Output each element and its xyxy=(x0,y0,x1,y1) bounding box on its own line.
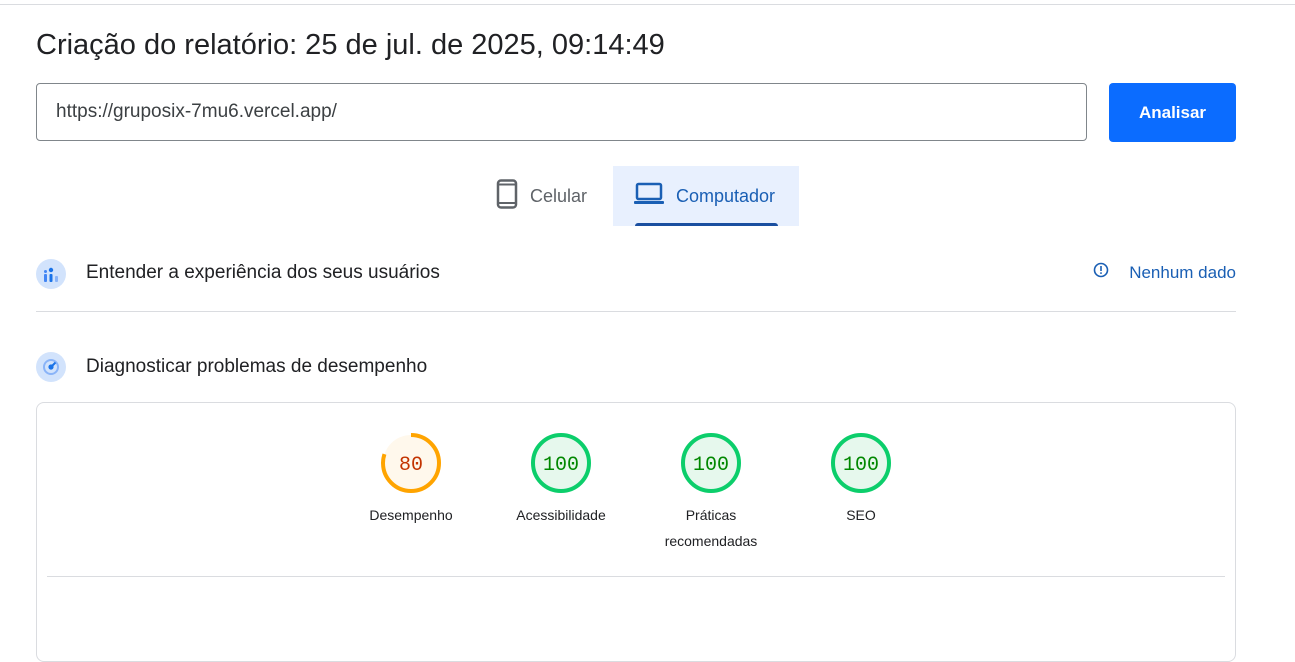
gauge-accessibility-ring: 100 xyxy=(531,433,591,493)
laptop-icon xyxy=(634,182,664,211)
info-icon xyxy=(1093,262,1109,283)
page-title: Criação do relatório: 25 de jul. de 2025… xyxy=(36,29,665,61)
gauge-accessibility-label: Acessibilidade xyxy=(516,507,606,523)
tab-desktop-label: Computador xyxy=(676,185,776,206)
scores-card: 80 Desempenho 100 Acessibilidade 100 Prá… xyxy=(36,402,1236,662)
gauge-seo-ring: 100 xyxy=(831,433,891,493)
gauge-seo[interactable]: 100 SEO xyxy=(791,431,931,528)
field-data-title: Entender a experiência dos seus usuários xyxy=(86,262,440,283)
tab-desktop[interactable]: Computador xyxy=(613,166,799,226)
diagnostics-title: Diagnosticar problemas de desempenho xyxy=(86,356,428,377)
url-input[interactable] xyxy=(36,83,1087,141)
gauge-seo-label: SEO xyxy=(846,507,876,523)
gauge-performance[interactable]: 80 Desempenho xyxy=(341,431,481,528)
top-divider xyxy=(0,4,1295,5)
smartphone-icon xyxy=(496,178,518,214)
analyze-button[interactable]: Analisar xyxy=(1109,83,1236,142)
gauge-performance-label: Desempenho xyxy=(369,507,453,523)
gauge-seo-value: 100 xyxy=(843,454,879,477)
gauge-accessibility[interactable]: 100 Acessibilidade xyxy=(491,431,631,528)
section-divider xyxy=(36,311,1236,312)
gauge-best-practices[interactable]: 100 Práticas recomendadas xyxy=(641,431,781,554)
users-chart-icon xyxy=(36,259,66,289)
tab-selected-indicator xyxy=(635,223,778,226)
gauge-best-practices-ring: 100 xyxy=(681,433,741,493)
gauge-best-practices-label: Práticas recomendadas xyxy=(664,507,758,549)
speedometer-icon xyxy=(36,352,66,382)
tab-mobile-label: Celular xyxy=(530,185,588,206)
no-data-link[interactable]: Nenhum dado xyxy=(1093,262,1236,283)
gauge-best-practices-value: 100 xyxy=(693,454,729,477)
card-divider xyxy=(47,576,1225,577)
tab-mobile[interactable]: Celular xyxy=(480,166,610,226)
no-data-label: Nenhum dado xyxy=(1129,262,1236,282)
gauge-performance-value: 80 xyxy=(399,454,423,477)
gauge-accessibility-value: 100 xyxy=(543,454,579,477)
gauge-performance-ring: 80 xyxy=(381,433,441,493)
